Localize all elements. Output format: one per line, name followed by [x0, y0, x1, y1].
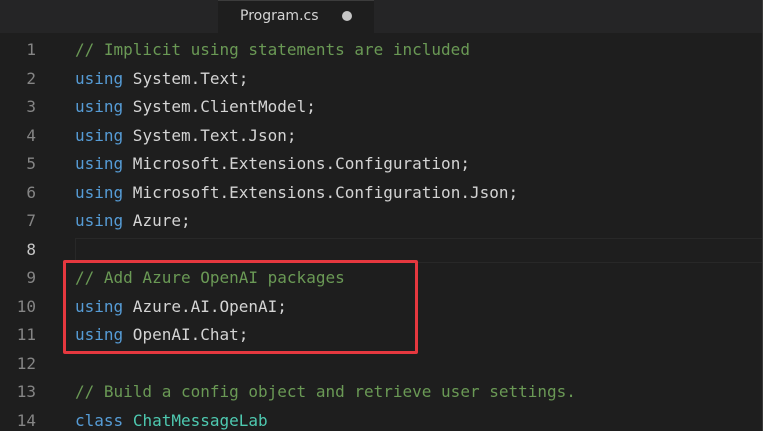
current-line-highlight — [75, 237, 763, 263]
line-number: 2 — [26, 68, 36, 88]
line-number: 14 — [16, 410, 36, 430]
code-text[interactable]: class ChatMessageLab — [75, 411, 268, 430]
tab-bar: Program.cs — [0, 0, 763, 33]
code-line[interactable]: 14 class ChatMessageLab — [0, 407, 763, 431]
code-token: System.Text.Json; — [123, 125, 297, 145]
code-line[interactable]: 3 using System.ClientModel; — [0, 93, 763, 122]
line-number: 4 — [26, 125, 36, 145]
code-text[interactable]: // Implicit using statements are include… — [75, 40, 470, 59]
code-line[interactable]: 5 using Microsoft.Extensions.Configuratio… — [0, 150, 763, 179]
code-line[interactable]: 13 // Build a config object and retrieve … — [0, 378, 763, 407]
editor-area[interactable]: 1 // Implicit using statements are includ… — [0, 33, 763, 431]
line-number: 8 — [26, 239, 36, 259]
code-text[interactable]: using System.ClientModel; — [75, 97, 316, 116]
code-editor-window: Program.cs 1 // Implicit using statements… — [0, 0, 763, 431]
line-number: 11 — [16, 325, 36, 344]
line-number: 6 — [26, 182, 36, 202]
code-line[interactable]: 1 // Implicit using statements are includ… — [0, 36, 763, 65]
unsaved-dot-icon[interactable] — [342, 11, 352, 21]
code-text[interactable]: using Microsoft.Extensions.Configuration… — [75, 183, 518, 202]
code-text[interactable]: using Microsoft.Extensions.Configuration… — [75, 154, 470, 173]
line-number: 9 — [26, 268, 36, 287]
tab-program-cs[interactable]: Program.cs — [218, 0, 374, 33]
line-number: 5 — [26, 154, 36, 173]
comment-token: // Implicit using statements are include… — [75, 40, 470, 59]
code-text[interactable]: // Build a config object and retrieve us… — [75, 382, 576, 401]
comment-token: // Build a config object and retrieve us… — [75, 382, 576, 401]
class-name-token: ChatMessageLab — [132, 410, 268, 430]
code-token: System.Text; — [123, 68, 249, 88]
keyword-token: using — [75, 68, 124, 88]
code-text[interactable]: using System.Text.Json; — [75, 126, 297, 145]
code-text[interactable]: using System.Text; — [75, 69, 248, 88]
keyword-token: using — [75, 211, 124, 230]
code-token: Microsoft.Extensions.Configuration.Json; — [123, 182, 519, 202]
code-text[interactable]: using Azure; — [75, 211, 191, 230]
keyword-token: using — [75, 125, 124, 145]
code-line[interactable]: 7 using Azure; — [0, 207, 763, 236]
line-number: 13 — [16, 382, 36, 401]
line-number: 10 — [16, 296, 36, 316]
highlight-annotation-box — [63, 260, 418, 354]
keyword-token: class — [75, 410, 124, 430]
line-number: 7 — [26, 211, 36, 230]
code-token: Azure; — [123, 211, 191, 230]
code-line[interactable]: 6 using Microsoft.Extensions.Configuratio… — [0, 179, 763, 208]
keyword-token: using — [75, 97, 124, 116]
tab-label[interactable]: Program.cs — [240, 8, 319, 24]
line-number: 1 — [26, 40, 36, 59]
code-token: Microsoft.Extensions.Configuration; — [123, 154, 470, 173]
line-number: 12 — [16, 353, 36, 373]
code-token: System.ClientModel; — [123, 97, 316, 116]
code-line[interactable]: 4 using System.Text.Json; — [0, 122, 763, 151]
line-number: 3 — [26, 97, 36, 116]
keyword-token: using — [75, 154, 124, 173]
keyword-token: using — [75, 182, 124, 202]
code-line[interactable]: 2 using System.Text; — [0, 65, 763, 94]
